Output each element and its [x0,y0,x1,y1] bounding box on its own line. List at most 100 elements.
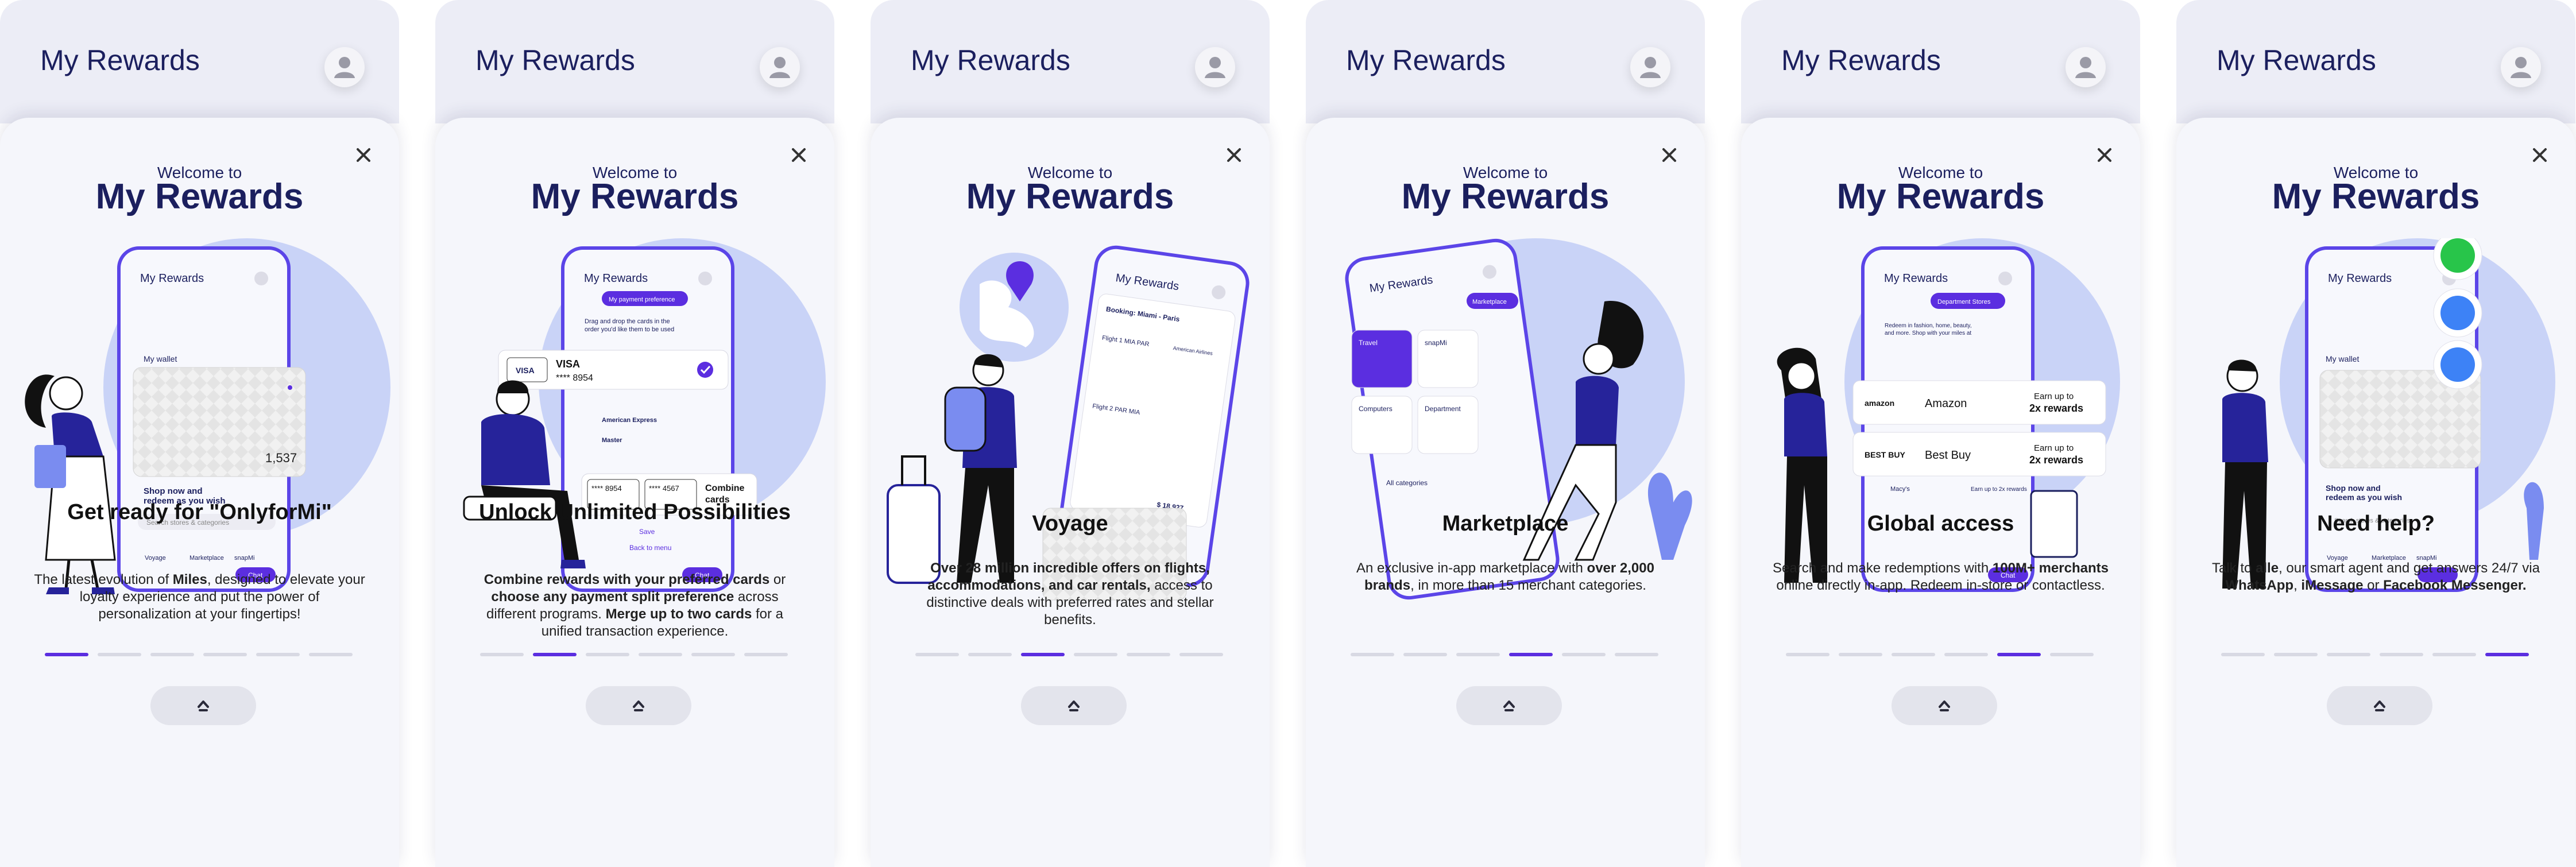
merchant-logo: amazon [1865,398,1894,408]
avatar-icon [769,57,790,78]
page-dot[interactable] [98,653,141,656]
expand-button[interactable] [1021,686,1127,725]
slide-body: The latest evolution of Miles, designed … [32,571,368,623]
shop-label: redeem as you wish [2326,493,2402,502]
tab-label: snapMi [234,555,254,562]
expand-button[interactable] [2327,686,2432,725]
page-indicator [45,653,355,657]
page-dot[interactable] [1839,653,1882,656]
pill-label: Department Stores [1937,299,1991,305]
page-dot[interactable] [1074,653,1117,656]
phone-header: My Rewards [584,272,648,285]
merchant-name: Amazon [1925,397,1967,410]
page-dot[interactable] [1351,653,1394,656]
page-dot[interactable] [150,653,194,656]
page-dot[interactable] [2050,653,2094,656]
slide-body-segment: Facebook Messenger. [2383,578,2527,593]
avatar-button[interactable] [1195,47,1235,87]
slide-body-segment: 100M+ merchants [1992,560,2109,576]
expand-button[interactable] [150,686,256,725]
page-dot[interactable] [1456,653,1500,656]
onboarding-sheet: Welcome to My Rewards My Rewards Booking:… [871,118,1270,867]
page-dot[interactable] [2221,653,2265,656]
page-dot[interactable] [256,653,300,656]
page-dot[interactable] [639,653,682,656]
slide-illustration: My Rewards My wallet Shop now and redeem as… [2176,231,2575,606]
avatar-button[interactable] [2501,47,2541,87]
welcome-brand: My Rewards [1401,177,1610,216]
page-dot[interactable] [1403,653,1447,656]
page-dot[interactable] [1944,653,1988,656]
page-dot[interactable] [45,653,88,656]
merchant-logo: BEST BUY [1865,450,1905,459]
page-dot[interactable] [533,653,577,656]
page-dot[interactable] [1179,653,1223,656]
slide-body-segment: , in more than 15 merchant categories. [1410,578,1646,593]
expand-button[interactable] [1456,686,1562,725]
page-dot[interactable] [691,653,735,656]
page-dot[interactable] [586,653,629,656]
app-header: My Rewards [435,0,834,123]
page-dot[interactable] [1509,653,1553,656]
avatar-icon [254,272,268,285]
page-indicator [480,653,790,657]
slide-body-segment: , [2293,578,2302,593]
avatar-icon [2075,57,2096,78]
app-title: My Rewards [911,44,1070,76]
page-dot[interactable] [2327,653,2370,656]
slide-body-segment: Talk to [2212,560,2256,576]
page-dot[interactable] [1997,653,2041,656]
avatar-icon [1998,272,2012,285]
avatar-button[interactable] [2066,47,2106,87]
page-dot[interactable] [2432,653,2476,656]
page-dot[interactable] [915,653,959,656]
app-header: My Rewards [2176,0,2575,123]
slide-body: Combine rewards with your preferred card… [467,571,803,640]
app-header: My Rewards [1741,0,2140,123]
page-dot[interactable] [1892,653,1935,656]
avatar-button[interactable] [1630,47,1670,87]
welcome-brand: My Rewards [531,177,739,216]
wallet-label: My wallet [2326,354,2359,363]
onboarding-card: My Rewards Welcome to My Rewards My Rewa… [435,0,834,867]
avatar-icon [698,272,712,285]
expand-button[interactable] [1892,686,1997,725]
traveler-illustration [887,354,1017,584]
page-dot[interactable] [1615,653,1658,656]
slide-body: Search and make redemptions with 100M+ m… [1773,560,2109,594]
onboarding-card: My Rewards Welcome to My Rewards My Rewa… [2176,0,2575,867]
page-dot[interactable] [1786,653,1829,656]
avatar-button[interactable] [324,47,365,87]
page-dot[interactable] [2380,653,2423,656]
chevron-up-icon [198,700,209,711]
back-label: Back to menu [629,544,671,552]
visa-logo-text: VISA [516,366,535,375]
woman-illustration [25,374,116,594]
page-dot[interactable] [203,653,247,656]
tab-label: Marketplace [189,555,224,562]
expand-button[interactable] [586,686,691,725]
page-dot[interactable] [1562,653,1606,656]
page-dot[interactable] [480,653,524,656]
earn-rate: 2x rewards [2029,402,2083,414]
page-indicator [1786,653,2096,657]
messenger-icon-fill [2440,296,2475,330]
app-title: My Rewards [475,44,635,76]
page-dot[interactable] [309,653,353,656]
welcome-brand: My Rewards [2272,177,2480,216]
slide-body-segment: online directly in-app. Redeem in-store … [1776,578,2105,593]
page-dot[interactable] [1127,653,1170,656]
avatar-button[interactable] [760,47,800,87]
onboarding-sheet: Welcome to My Rewards My Rewards My payme… [435,118,834,867]
save-label: Save [639,528,655,536]
phone-header: My Rewards [140,272,204,285]
page-dot[interactable] [968,653,1012,656]
chevron-up-icon [2374,700,2385,711]
all-categories-label: All categories [1386,479,1428,487]
page-dot[interactable] [1021,653,1065,656]
page-dot[interactable] [2485,653,2529,656]
slide-body: An exclusive in-app marketplace with ove… [1337,560,1673,594]
page-dot[interactable] [2274,653,2318,656]
category-label: snapMi [1425,339,1447,347]
page-dot[interactable] [744,653,788,656]
